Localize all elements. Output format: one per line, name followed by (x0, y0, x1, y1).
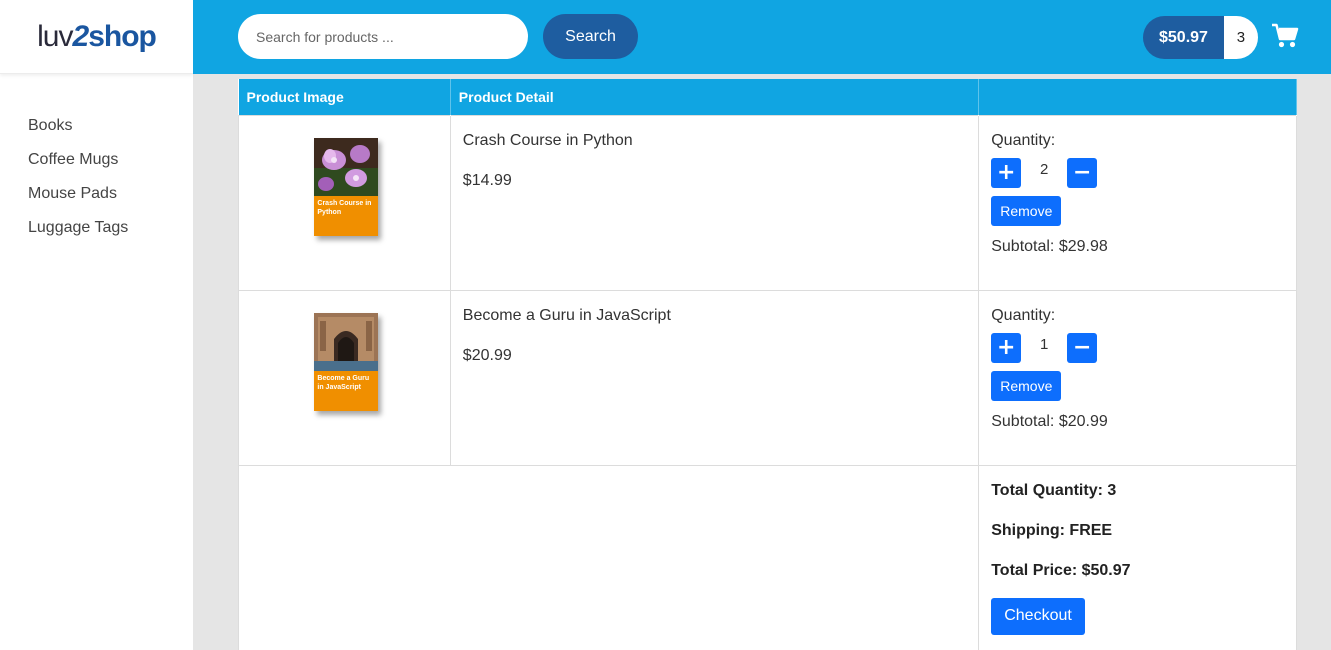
search-button[interactable]: Search (543, 14, 638, 59)
total-quantity: Total Quantity: 3 (991, 481, 1117, 499)
totals-cell: Total Quantity: 3 Shipping: FREE Total P… (978, 464, 1297, 650)
item-subtotal: Subtotal: $29.98 (991, 237, 1108, 255)
product-controls-cell: Quantity: + 2 − Remove Subtotal: $29.98 (978, 114, 1297, 291)
product-controls-cell: Quantity: + 1 − Remove Subtotal: $20.99 (978, 289, 1297, 466)
book-cover-art (314, 137, 379, 196)
top-header: Search $50.97 3 (193, 0, 1331, 74)
column-header-product-image: Product Image (238, 79, 451, 115)
totals-row: Total Quantity: 3 Shipping: FREE Total P… (237, 464, 1297, 650)
decrement-quantity-button[interactable]: − (1067, 332, 1098, 363)
product-image: Become a Guru in JavaScript (314, 312, 379, 411)
logo-text: luv 2 shop (37, 19, 157, 54)
cart-table: Product Image Product Detail Crash Cours… (237, 79, 1297, 650)
product-name: Crash Course in Python (462, 131, 633, 149)
quantity-stepper: + 2 − (991, 157, 1284, 188)
increment-quantity-button[interactable]: + (991, 157, 1022, 188)
shopping-cart-icon[interactable] (1271, 22, 1299, 50)
column-header-product-detail: Product Detail (450, 79, 980, 115)
sidebar-item-coffee-mugs[interactable]: Coffee Mugs (28, 150, 193, 184)
category-nav: Books Coffee Mugs Mouse Pads Luggage Tag… (0, 74, 193, 252)
empty-cell (237, 464, 980, 650)
quantity-stepper: + 1 − (991, 332, 1284, 363)
sidebar-item-luggage-tags[interactable]: Luggage Tags (28, 218, 193, 252)
checkout-button[interactable]: Checkout (991, 597, 1085, 635)
table-row: Crash Course in Python Crash Course in P… (238, 114, 1297, 291)
search-input[interactable] (238, 14, 528, 59)
column-header-actions (978, 79, 1297, 115)
book-cover-art (314, 312, 379, 371)
logo[interactable]: luv 2 shop (0, 0, 193, 74)
product-price: $14.99 (462, 171, 512, 189)
cart-total-price: $50.97 (1143, 16, 1224, 59)
cart-total-quantity: 3 (1223, 16, 1258, 59)
total-price: Total Price: $50.97 (991, 561, 1131, 579)
product-name: Become a Guru in JavaScript (462, 306, 671, 324)
product-detail-cell: Become a Guru in JavaScript $20.99 (449, 289, 980, 466)
logo-part-2: 2 (72, 19, 90, 53)
book-cover-title: Crash Course in Python (314, 195, 379, 236)
product-image-cell: Crash Course in Python (238, 114, 451, 291)
sidebar-item-books[interactable]: Books (28, 116, 193, 150)
table-header-row: Product Image Product Detail (238, 79, 1297, 115)
remove-button[interactable]: Remove (991, 195, 1062, 226)
cart-status[interactable]: $50.97 3 (1143, 16, 1258, 59)
quantity-label: Quantity: (991, 131, 1056, 149)
increment-quantity-button[interactable]: + (991, 332, 1022, 363)
sidebar-item-mouse-pads[interactable]: Mouse Pads (28, 184, 193, 218)
logo-part-shop: shop (88, 19, 157, 53)
quantity-value: 1 (1040, 336, 1049, 353)
decrement-quantity-button[interactable]: − (1067, 157, 1098, 188)
remove-button[interactable]: Remove (991, 370, 1062, 401)
quantity-label: Quantity: (991, 306, 1056, 324)
logo-part-luv: luv (37, 19, 73, 53)
sidebar: luv 2 shop Books Coffee Mugs Mouse Pads Lu… (0, 0, 193, 650)
table-row: Become a Guru in JavaScript Become a Gur… (238, 289, 1297, 466)
item-subtotal: Subtotal: $20.99 (991, 412, 1108, 430)
product-image-cell: Become a Guru in JavaScript (238, 289, 451, 466)
product-detail-cell: Crash Course in Python $14.99 (449, 114, 980, 291)
shipping-info: Shipping: FREE (991, 521, 1113, 539)
book-cover-title: Become a Guru in JavaScript (314, 370, 379, 411)
product-image: Crash Course in Python (314, 137, 379, 236)
product-price: $20.99 (462, 346, 512, 364)
quantity-value: 2 (1040, 161, 1049, 178)
